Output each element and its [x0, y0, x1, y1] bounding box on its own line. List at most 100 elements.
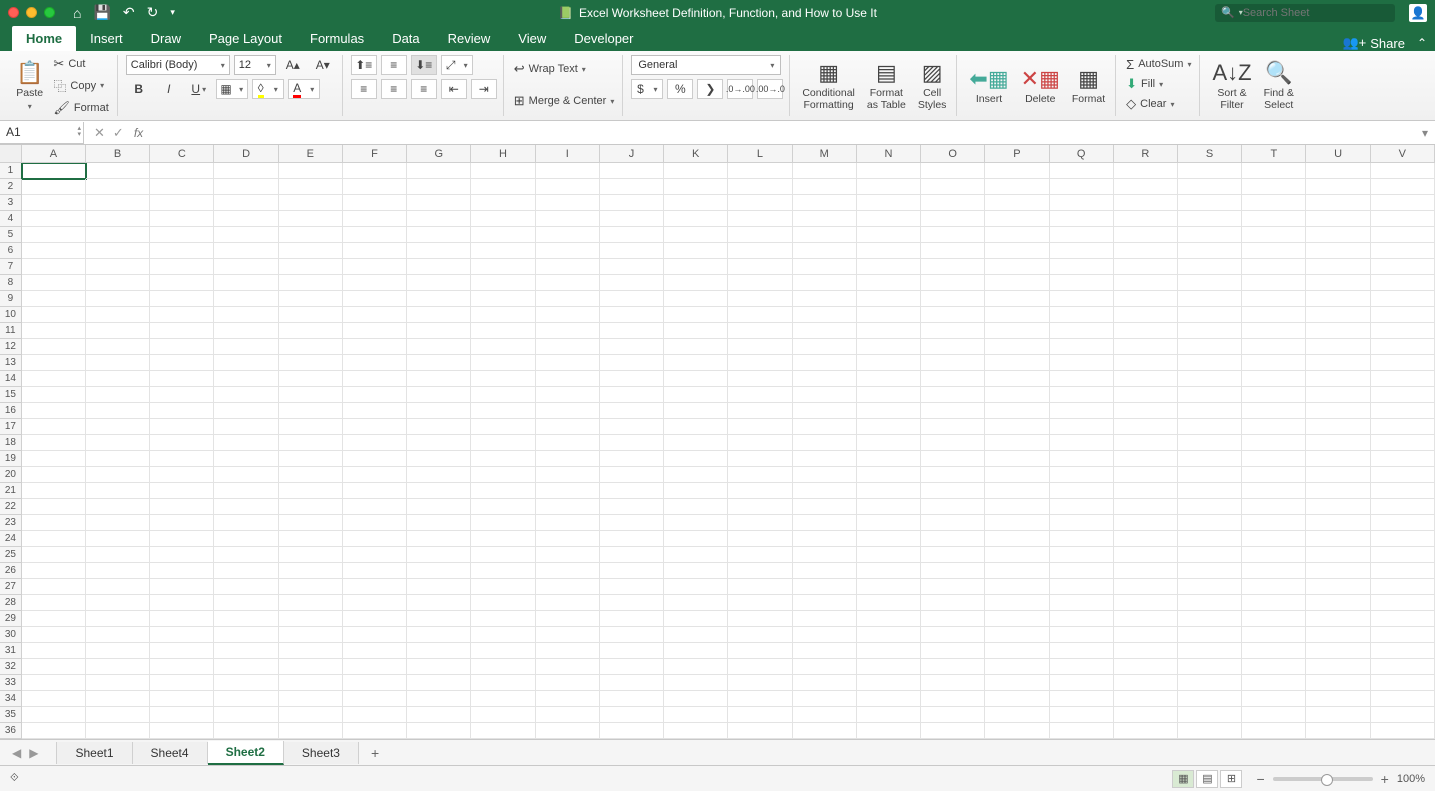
- grid-cell[interactable]: [664, 355, 728, 371]
- sheet-tab-2[interactable]: Sheet2: [208, 741, 284, 765]
- grid-cell[interactable]: [22, 419, 86, 435]
- grid-cell[interactable]: [1178, 387, 1242, 403]
- grid-cell[interactable]: [279, 595, 343, 611]
- grid-cell[interactable]: [1306, 611, 1370, 627]
- grid-cell[interactable]: [343, 451, 407, 467]
- conditional-formatting-button[interactable]: ▦Conditional Formatting: [798, 58, 859, 113]
- grid-cell[interactable]: [1306, 691, 1370, 707]
- grid-cell[interactable]: [1306, 451, 1370, 467]
- grid-cell[interactable]: [214, 195, 278, 211]
- grid-cell[interactable]: [857, 291, 921, 307]
- grid-cell[interactable]: [279, 643, 343, 659]
- grid-cell[interactable]: [22, 691, 86, 707]
- row-header[interactable]: 10: [0, 307, 22, 323]
- grid-cell[interactable]: [1050, 531, 1114, 547]
- grid-cell[interactable]: [1306, 467, 1370, 483]
- grid-cell[interactable]: [536, 435, 600, 451]
- align-top-button[interactable]: ⬆≡: [351, 55, 377, 75]
- grid-cell[interactable]: [793, 499, 857, 515]
- grid-cell[interactable]: [407, 243, 471, 259]
- zoom-in-button[interactable]: +: [1381, 771, 1389, 787]
- grid-cell[interactable]: [1371, 387, 1435, 403]
- grid-cell[interactable]: [1306, 179, 1370, 195]
- grid-cell[interactable]: [150, 723, 214, 739]
- grid-cell[interactable]: [728, 355, 792, 371]
- grid-cell[interactable]: [343, 723, 407, 739]
- grid-cell[interactable]: [664, 467, 728, 483]
- grid-cell[interactable]: [1114, 659, 1178, 675]
- grid-cell[interactable]: [921, 371, 985, 387]
- grid-cell[interactable]: [343, 371, 407, 387]
- grid-cell[interactable]: [150, 211, 214, 227]
- grid-cell[interactable]: [343, 675, 407, 691]
- grid-cell[interactable]: [600, 179, 664, 195]
- align-bottom-button[interactable]: ⬇≡: [411, 55, 437, 75]
- grid-cell[interactable]: [1371, 179, 1435, 195]
- zoom-slider[interactable]: [1273, 777, 1373, 781]
- grid-cell[interactable]: [471, 163, 535, 179]
- grid-cell[interactable]: [1178, 275, 1242, 291]
- grid-cell[interactable]: [921, 339, 985, 355]
- grid-cell[interactable]: [536, 611, 600, 627]
- tab-view[interactable]: View: [504, 26, 560, 51]
- grid-cell[interactable]: [471, 403, 535, 419]
- row-header[interactable]: 21: [0, 483, 22, 499]
- decrease-decimal-button[interactable]: .00→.0: [757, 79, 783, 99]
- grid-cell[interactable]: [664, 435, 728, 451]
- grid-cell[interactable]: [343, 643, 407, 659]
- grid-cell[interactable]: [1114, 467, 1178, 483]
- grid-cell[interactable]: [1050, 307, 1114, 323]
- grid-cell[interactable]: [857, 547, 921, 563]
- grid-cell[interactable]: [728, 403, 792, 419]
- grid-cell[interactable]: [150, 547, 214, 563]
- grid-cell[interactable]: [536, 163, 600, 179]
- grid-cell[interactable]: [407, 419, 471, 435]
- grid-cell[interactable]: [536, 339, 600, 355]
- grid-cell[interactable]: [214, 403, 278, 419]
- grid-cell[interactable]: [536, 595, 600, 611]
- grid-cell[interactable]: [407, 179, 471, 195]
- grid-cell[interactable]: [22, 595, 86, 611]
- grid-cell[interactable]: [1242, 243, 1306, 259]
- grid-cell[interactable]: [150, 627, 214, 643]
- grid-cell[interactable]: [1114, 611, 1178, 627]
- grid-cell[interactable]: [279, 307, 343, 323]
- grid-cell[interactable]: [536, 371, 600, 387]
- grid-cell[interactable]: [921, 211, 985, 227]
- grid-cell[interactable]: [86, 611, 150, 627]
- fx-icon[interactable]: fx: [134, 126, 143, 140]
- grid-cell[interactable]: [664, 595, 728, 611]
- grid-cell[interactable]: [728, 195, 792, 211]
- grid-cell[interactable]: [1114, 547, 1178, 563]
- grid-cell[interactable]: [150, 611, 214, 627]
- grid-cell[interactable]: [214, 179, 278, 195]
- grid-cell[interactable]: [664, 291, 728, 307]
- prev-sheet-icon[interactable]: ◀: [8, 746, 25, 760]
- grid-cell[interactable]: [600, 323, 664, 339]
- grid-cell[interactable]: [214, 371, 278, 387]
- grid-cell[interactable]: [921, 179, 985, 195]
- grid-cell[interactable]: [22, 659, 86, 675]
- grid-cell[interactable]: [22, 483, 86, 499]
- expand-formula-bar-icon[interactable]: ▾: [1415, 126, 1435, 140]
- grid-cell[interactable]: [793, 307, 857, 323]
- grid-cell[interactable]: [857, 307, 921, 323]
- grid-cell[interactable]: [1050, 643, 1114, 659]
- grid-cell[interactable]: [985, 499, 1049, 515]
- format-painter-button[interactable]: 🖌Format: [51, 99, 110, 117]
- grid-cell[interactable]: [214, 563, 278, 579]
- grid-cell[interactable]: [600, 387, 664, 403]
- grid-cell[interactable]: [857, 275, 921, 291]
- grid-cell[interactable]: [728, 163, 792, 179]
- grid-cell[interactable]: [1114, 227, 1178, 243]
- grid-cell[interactable]: [1306, 211, 1370, 227]
- grid-cell[interactable]: [1050, 435, 1114, 451]
- grid-cell[interactable]: [1242, 659, 1306, 675]
- grid-cell[interactable]: [1371, 579, 1435, 595]
- grid-cell[interactable]: [857, 691, 921, 707]
- fill-color-button[interactable]: ◊▾: [252, 79, 284, 99]
- grid-cell[interactable]: [1114, 419, 1178, 435]
- grid-cell[interactable]: [921, 259, 985, 275]
- currency-button[interactable]: $▾: [631, 79, 663, 99]
- align-left-button[interactable]: ≡: [351, 79, 377, 99]
